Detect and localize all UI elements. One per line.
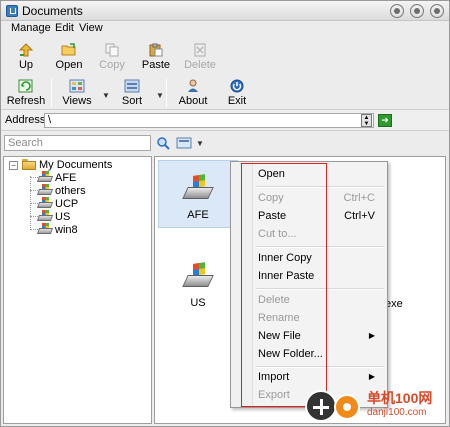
tree-connector bbox=[30, 229, 38, 230]
tree-connector bbox=[30, 177, 38, 178]
file-item-label: US bbox=[190, 297, 206, 309]
drive-icon bbox=[36, 223, 54, 235]
address-label: Address bbox=[5, 114, 46, 126]
drive-icon bbox=[36, 197, 54, 209]
tree-item-label: US bbox=[55, 211, 71, 223]
view-mode-icon[interactable] bbox=[176, 137, 192, 152]
about-person-icon bbox=[185, 79, 201, 93]
title-bar[interactable]: Documents bbox=[1, 1, 449, 21]
tree-connector bbox=[30, 216, 38, 217]
paste-icon bbox=[148, 43, 164, 57]
paste-label: Paste bbox=[141, 59, 171, 71]
tree-item-label: UCP bbox=[55, 198, 79, 210]
drive-icon bbox=[36, 184, 54, 196]
window-title: Documents bbox=[22, 4, 83, 18]
paste-button[interactable]: Paste bbox=[134, 41, 178, 73]
menu-view[interactable]: View bbox=[79, 22, 103, 34]
toolbar-separator bbox=[166, 79, 167, 107]
watermark-badge-icon bbox=[334, 394, 360, 420]
sort-icon bbox=[124, 79, 140, 93]
tree-connector bbox=[30, 203, 38, 204]
open-label: Open bbox=[55, 59, 83, 71]
address-bar: Address \ ▲ ▼ ➜ bbox=[1, 109, 449, 131]
views-button[interactable]: Views bbox=[55, 77, 99, 109]
address-input[interactable]: \ bbox=[44, 113, 374, 128]
maximize-button[interactable] bbox=[410, 4, 424, 18]
about-label: About bbox=[178, 95, 208, 107]
app-icon bbox=[6, 5, 18, 17]
menu-copy-shortcut: Ctrl+C bbox=[343, 192, 375, 204]
tree-item-label: win8 bbox=[55, 224, 78, 236]
drive-icon bbox=[36, 210, 54, 222]
file-item-us[interactable]: US bbox=[158, 249, 238, 317]
refresh-label: Refresh bbox=[6, 95, 46, 107]
folder-icon bbox=[22, 159, 36, 170]
drive-icon bbox=[36, 171, 54, 183]
up-button[interactable]: Up bbox=[4, 41, 48, 73]
toolbar-separator bbox=[51, 79, 52, 107]
go-arrow-icon[interactable]: ➜ bbox=[378, 114, 392, 127]
up-label: Up bbox=[18, 59, 34, 71]
app-window: Documents Manage Edit View Up Open Copy … bbox=[0, 0, 450, 427]
sort-label: Sort bbox=[121, 95, 143, 107]
submenu-arrow-icon: ▶ bbox=[368, 331, 375, 340]
views-dropdown-arrow-icon[interactable]: ▼ bbox=[102, 91, 110, 100]
menu-bar: Manage Edit View bbox=[1, 21, 449, 37]
exit-button[interactable]: Exit bbox=[215, 77, 259, 109]
open-button[interactable]: Open bbox=[47, 41, 91, 73]
drive-icon bbox=[182, 174, 214, 201]
exit-label: Exit bbox=[227, 95, 247, 107]
views-label: Views bbox=[62, 95, 92, 107]
watermark-plus-icon bbox=[305, 390, 337, 422]
tree-item-label: others bbox=[55, 185, 86, 197]
toolbar: Up Open Copy Paste Delete Refresh Views … bbox=[1, 39, 449, 109]
tree-collapse-toggle[interactable]: − bbox=[9, 161, 18, 170]
views-icon bbox=[69, 79, 85, 93]
tree-item-label: My Documents bbox=[39, 159, 113, 171]
delete-label: Delete bbox=[184, 59, 216, 71]
refresh-icon bbox=[18, 79, 34, 93]
watermark-logo: 单机100网 danji100.com bbox=[301, 384, 449, 426]
watermark-title: 单机100网 bbox=[367, 390, 433, 406]
menu-manage[interactable]: Manage bbox=[11, 22, 51, 34]
tree-item-win8[interactable]: win8 bbox=[36, 223, 78, 236]
close-button[interactable] bbox=[430, 4, 444, 18]
watermark-url: danji100.com bbox=[367, 407, 427, 418]
address-spinner-icon[interactable]: ▲ ▼ bbox=[361, 114, 372, 127]
copy-button[interactable]: Copy bbox=[90, 41, 134, 73]
about-button[interactable]: About bbox=[171, 77, 215, 109]
sort-dropdown-arrow-icon[interactable]: ▼ bbox=[156, 91, 164, 100]
tree-item-us[interactable]: US bbox=[36, 210, 71, 223]
minimize-button[interactable] bbox=[390, 4, 404, 18]
copy-label: Copy bbox=[99, 59, 125, 71]
tree-connector bbox=[30, 190, 38, 191]
tree-item-afe[interactable]: AFE bbox=[36, 171, 77, 184]
drive-icon bbox=[182, 262, 214, 289]
highlight-outline bbox=[241, 163, 327, 407]
sort-button[interactable]: Sort bbox=[110, 77, 154, 109]
file-item-label: AFE bbox=[187, 209, 209, 221]
menu-paste-shortcut: Ctrl+V bbox=[344, 210, 375, 222]
up-arrow-icon bbox=[18, 43, 34, 57]
menu-edit[interactable]: Edit bbox=[55, 22, 74, 34]
folder-tree: − My Documents AFE others UCP US win8 bbox=[3, 156, 152, 424]
delete-icon bbox=[192, 43, 208, 57]
submenu-arrow-icon: ▶ bbox=[368, 372, 375, 381]
tree-item-label: AFE bbox=[55, 172, 77, 184]
search-input[interactable]: Search bbox=[4, 135, 151, 151]
refresh-button[interactable]: Refresh bbox=[4, 77, 48, 109]
search-row: Search ▼ bbox=[1, 133, 449, 155]
open-folder-icon bbox=[61, 43, 77, 57]
power-icon bbox=[229, 79, 245, 93]
delete-button[interactable]: Delete bbox=[178, 41, 222, 73]
view-mode-dropdown-arrow-icon[interactable]: ▼ bbox=[196, 139, 204, 148]
tree-item-ucp[interactable]: UCP bbox=[36, 197, 79, 210]
file-item-afe[interactable]: AFE bbox=[158, 160, 238, 228]
copy-icon bbox=[104, 43, 120, 57]
tree-item-others[interactable]: others bbox=[36, 184, 86, 197]
search-magnifier-icon[interactable] bbox=[156, 136, 170, 153]
